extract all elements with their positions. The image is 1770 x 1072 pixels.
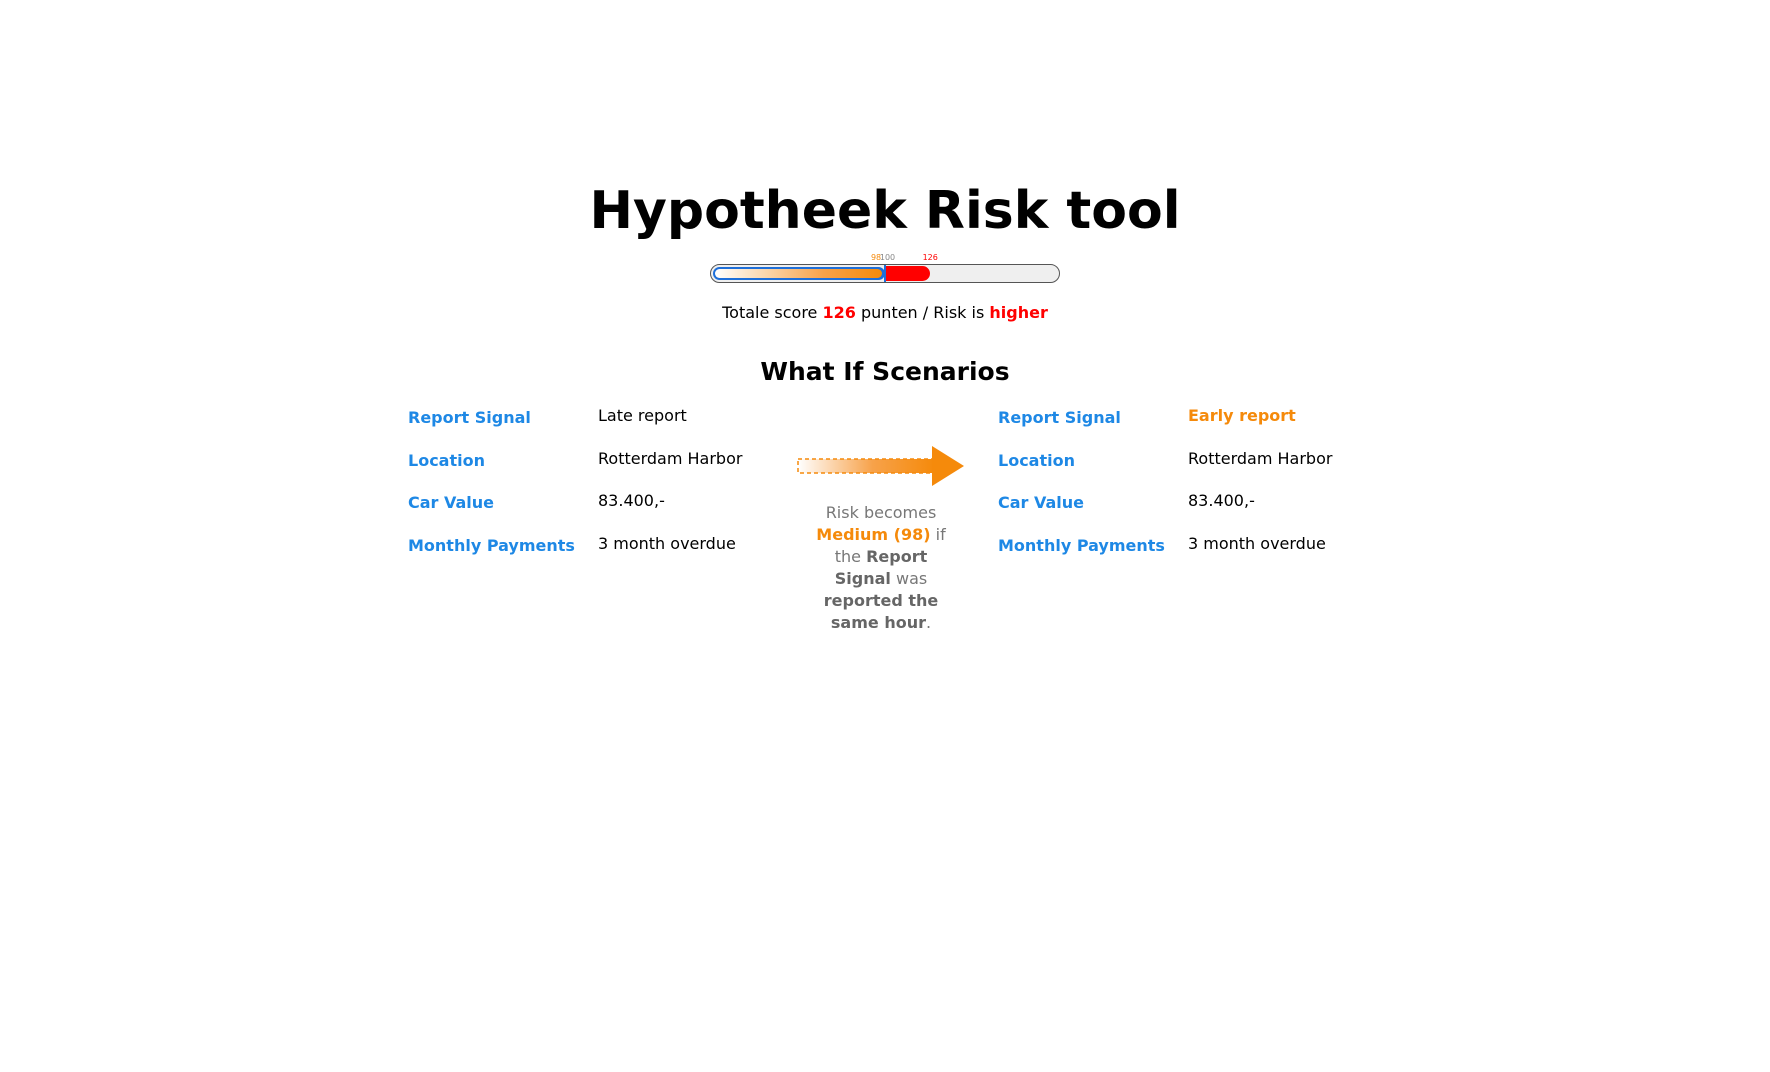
field-label: Location <box>998 450 1075 470</box>
field-label: Car Value <box>408 493 495 512</box>
risk-level: higher <box>989 303 1048 322</box>
gauge-alternative-fill <box>715 269 882 278</box>
field-value-changed: Early report <box>1188 406 1296 425</box>
scenario-row-monthly-payments: Monthly Payments 3 month overdue <box>408 532 788 575</box>
scenario-row-location: Location Rotterdam Harbor <box>998 447 1378 490</box>
scenarios-title: What If Scenarios <box>760 357 1010 386</box>
score-unit: punten <box>861 303 918 322</box>
gauge-tick-threshold: 100 <box>879 253 896 262</box>
scenario-row-monthly-payments: Monthly Payments 3 month overdue <box>998 532 1378 575</box>
field-label: Report Signal <box>998 408 1121 427</box>
scenario-row-location: Location Rotterdam Harbor <box>408 447 788 490</box>
field-value: 83.400,- <box>598 491 665 510</box>
score-separator: / <box>922 303 929 322</box>
field-value: 3 month overdue <box>1188 533 1326 553</box>
scenario-row-report-signal: Report Signal Early report <box>998 404 1378 447</box>
gauge-tick-current: 126 <box>922 253 938 262</box>
field-label: Monthly Payments <box>408 535 575 555</box>
note-suffix: . <box>925 613 932 632</box>
whatif-scenario: Report Signal Early report Location Rott… <box>998 404 1378 574</box>
risk-prefix: Risk is <box>933 303 985 322</box>
field-value: Rotterdam Harbor <box>598 448 743 468</box>
total-score: Totale score 126 punten / Risk is higher <box>0 302 1770 324</box>
note-mid2: was <box>896 569 928 588</box>
field-label: Location <box>408 450 485 470</box>
scenario-row-car-value: Car Value 83.400,- <box>408 489 788 532</box>
note-prefix: Risk becomes <box>825 503 937 522</box>
field-label: Car Value <box>998 493 1085 512</box>
scenario-row-report-signal: Report Signal Late report <box>408 404 788 447</box>
gauge-threshold-marker <box>884 265 886 282</box>
current-scenario: Report Signal Late report Location Rotte… <box>408 404 788 574</box>
field-value: Rotterdam Harbor <box>1188 448 1333 468</box>
risk-gauge: 98 100 126 <box>710 250 1062 290</box>
field-value: 3 month overdue <box>598 533 736 553</box>
field-label: Report Signal <box>408 408 531 427</box>
field-value: 83.400,- <box>1188 491 1255 510</box>
scenario-row-car-value: Car Value 83.400,- <box>998 489 1378 532</box>
gauge-track <box>710 264 1060 283</box>
arrow-right-icon <box>797 446 964 486</box>
scenario-note: Risk becomes Medium (98) if the Report S… <box>806 502 956 634</box>
field-value: Late report <box>598 406 687 425</box>
field-label: Monthly Payments <box>998 535 1165 555</box>
gauge-current-fill <box>885 266 930 281</box>
note-condition: reported the same hour <box>823 591 939 632</box>
note-risk-level: Medium (98) <box>816 525 931 544</box>
score-value: 126 <box>822 303 856 322</box>
page-title: Hypotheek Risk tool <box>589 181 1181 241</box>
score-prefix: Totale score <box>722 303 818 322</box>
